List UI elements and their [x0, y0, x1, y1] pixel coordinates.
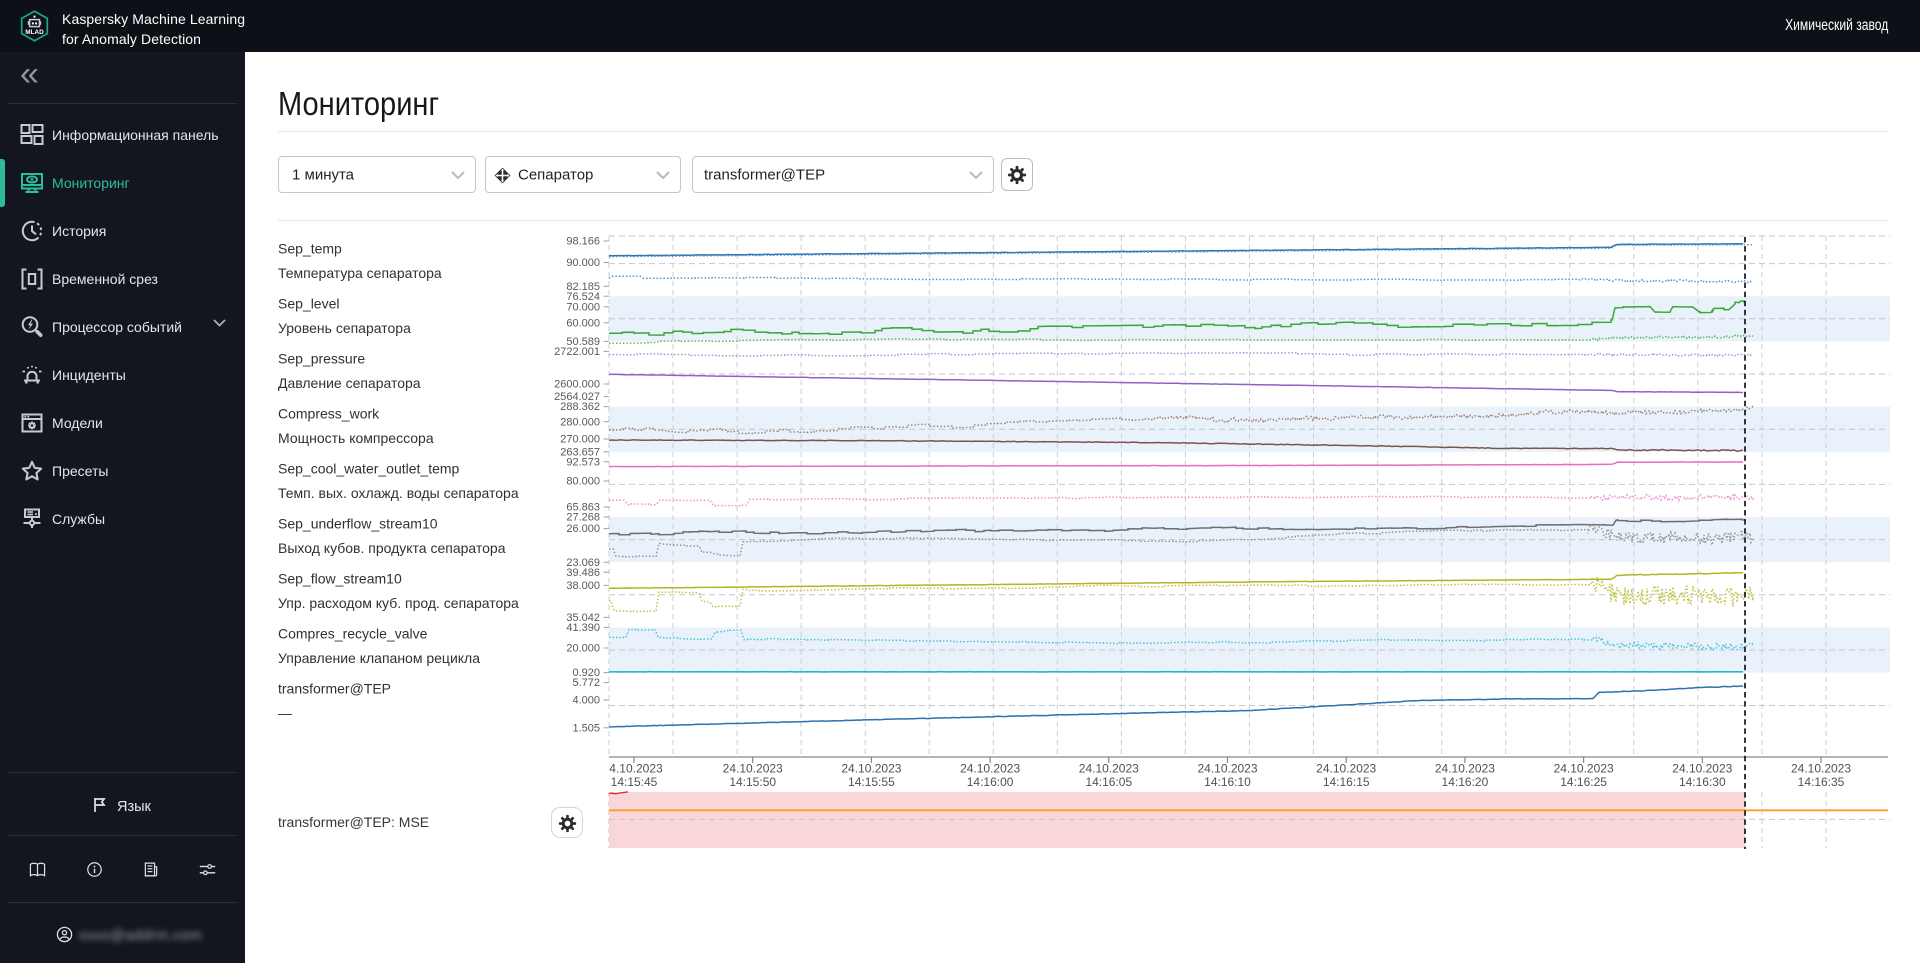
svg-text:MLAD: MLAD	[25, 29, 44, 36]
